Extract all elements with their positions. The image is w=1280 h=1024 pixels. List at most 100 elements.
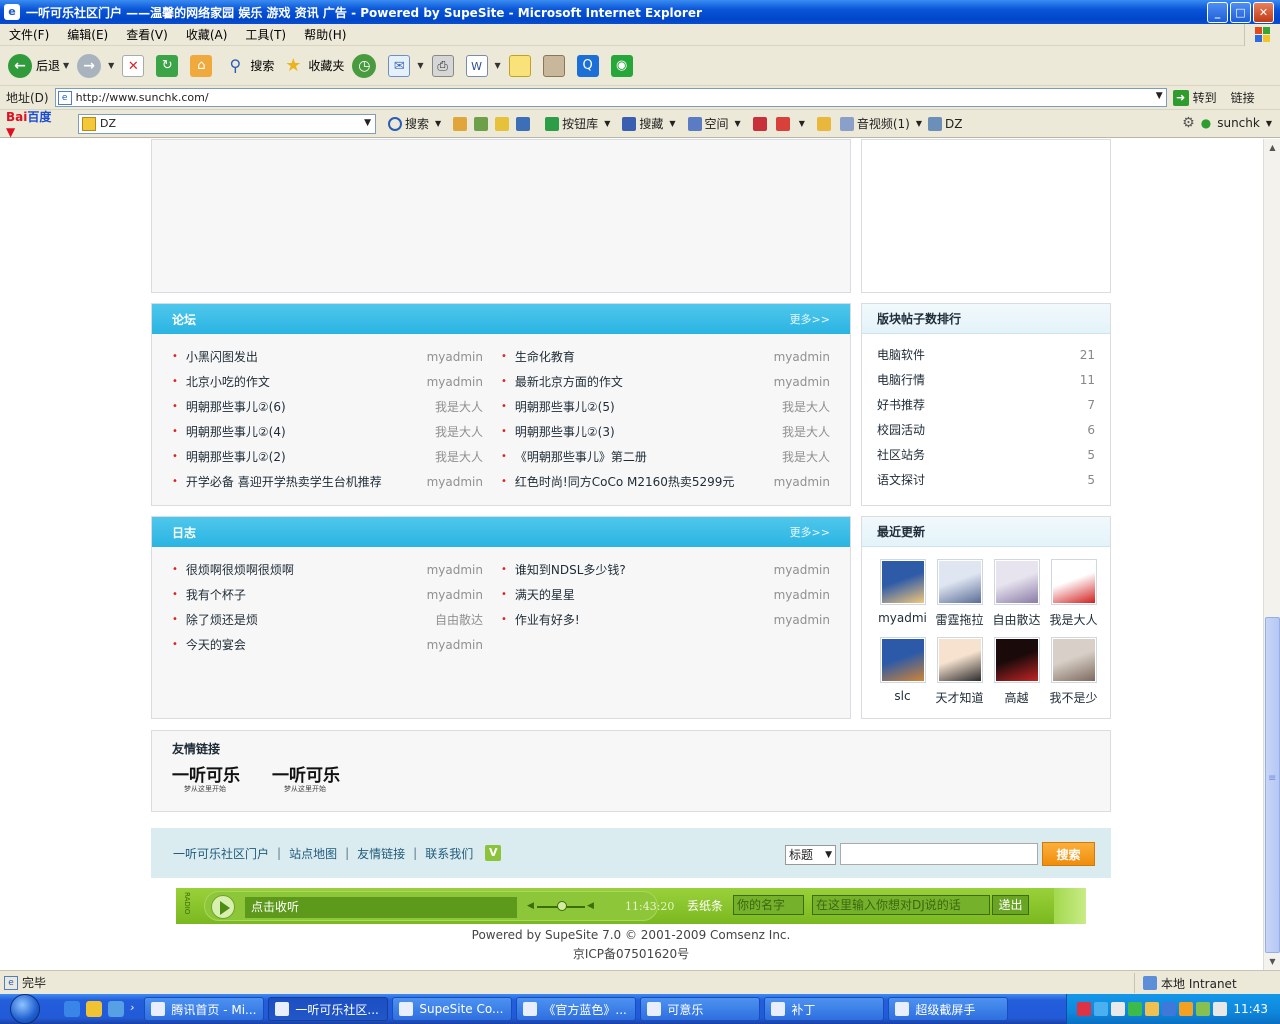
avatar[interactable]: [936, 637, 983, 683]
tray-icon[interactable]: [1094, 1002, 1108, 1016]
taskbar-button[interactable]: 《官方蓝色》...: [516, 997, 637, 1021]
blog-topic-link[interactable]: 我有个杯子: [172, 586, 246, 603]
forum-topic-link[interactable]: 明朝那些事儿②(4): [172, 423, 286, 440]
forum-author-link[interactable]: myadmin: [427, 475, 483, 489]
baidu-collect-button[interactable]: 搜藏 ▼: [622, 115, 676, 132]
blog-topic-link[interactable]: 谁知到NDSL多少钱?: [501, 561, 626, 578]
recent-user[interactable]: myadmi: [874, 559, 931, 637]
stop-button[interactable]: ✕: [122, 54, 148, 77]
taskbar-button[interactable]: 一听可乐社区...: [268, 997, 389, 1021]
taskbar-button[interactable]: 腾讯首页 - Mi...: [144, 997, 265, 1021]
forum-topic-link[interactable]: 明朝那些事儿②(6): [172, 398, 286, 415]
baidu-search-button[interactable]: 搜索 ▼: [388, 115, 441, 132]
blog-topic-link[interactable]: 作业有好多!: [501, 611, 580, 628]
baidu-dz-button[interactable]: DZ: [928, 116, 962, 131]
forum-author-link[interactable]: 我是大人: [782, 448, 830, 465]
blog-more-link[interactable]: 更多>>: [790, 524, 830, 540]
forum-topic-link[interactable]: 小黑闪图发出: [172, 348, 258, 365]
footer-link-contact[interactable]: 联系我们: [425, 845, 473, 862]
footer-link-friends[interactable]: 友情链接: [357, 845, 405, 862]
start-button[interactable]: [0, 994, 50, 1024]
recent-user[interactable]: 高越: [988, 637, 1045, 715]
rank-forum-link[interactable]: 电脑软件: [877, 346, 925, 363]
forum-topic-link[interactable]: 明朝那些事儿②(3): [501, 423, 615, 440]
ie-quicklaunch-icon[interactable]: [64, 1001, 80, 1017]
baidu-search-input[interactable]: DZ ▼: [78, 113, 376, 134]
recent-user[interactable]: slc: [874, 637, 931, 715]
baidu-translate-button[interactable]: ▼: [775, 116, 805, 131]
forum-author-link[interactable]: myadmin: [427, 375, 483, 389]
history-button[interactable]: ◷: [352, 53, 380, 78]
blog-author-link[interactable]: myadmin: [427, 563, 483, 577]
baidu-buttons-button[interactable]: 按钮库 ▼: [545, 115, 610, 132]
qq-quicklaunch-icon[interactable]: [86, 1001, 102, 1017]
forum-author-link[interactable]: myadmin: [427, 350, 483, 364]
baidu-user[interactable]: sunchk: [1217, 116, 1260, 130]
quicklaunch-more-icon[interactable]: ›: [130, 1001, 134, 1017]
taskbar-button[interactable]: SupeSite Co...: [392, 997, 513, 1021]
baidu-space-button[interactable]: 空间 ▼: [687, 115, 741, 132]
radio-message-input[interactable]: 在这里输入你想对DJ说的话: [812, 895, 990, 915]
search-button[interactable]: ⚲ 搜索: [224, 55, 274, 77]
recent-user[interactable]: 天才知道: [931, 637, 988, 715]
menu-edit[interactable]: 编辑(E): [58, 26, 117, 43]
icp-line[interactable]: 京ICP备07501620号: [151, 945, 1111, 964]
forum-topic-link[interactable]: 《明朝那些事儿》第二册: [501, 448, 647, 465]
baidu-logo[interactable]: Bai百度 ▼: [6, 108, 64, 139]
footer-search-button[interactable]: 搜索: [1042, 842, 1095, 866]
vertical-scrollbar[interactable]: ▲ ▼: [1263, 139, 1280, 970]
recent-user-name[interactable]: 自由散达: [992, 611, 1040, 628]
forum-author-link[interactable]: 我是大人: [435, 423, 483, 440]
menu-favorites[interactable]: 收藏(A): [177, 26, 237, 43]
clock[interactable]: 11:43: [1233, 1002, 1268, 1016]
tray-icon[interactable]: [1128, 1002, 1142, 1016]
footer-search-input[interactable]: [840, 843, 1038, 865]
refresh-button[interactable]: ↻: [156, 54, 182, 77]
scroll-up-icon[interactable]: ▲: [1265, 140, 1280, 155]
forward-dropdown-icon[interactable]: ▼: [108, 61, 114, 70]
forum-author-link[interactable]: 我是大人: [782, 423, 830, 440]
forum-more-link[interactable]: 更多>>: [790, 311, 830, 327]
scroll-thumb[interactable]: [1265, 617, 1280, 953]
mail-button[interactable]: ✉ ▼: [388, 54, 424, 77]
tray-icon[interactable]: [1145, 1002, 1159, 1016]
avatar[interactable]: [993, 559, 1040, 605]
recent-user-name[interactable]: 我不是少: [1049, 689, 1097, 706]
home-button[interactable]: ⌂: [190, 54, 216, 77]
avatar[interactable]: [879, 637, 926, 683]
footer-link-sitemap[interactable]: 站点地图: [289, 845, 337, 862]
play-icon[interactable]: [211, 895, 235, 919]
rank-forum-link[interactable]: 语文探讨: [877, 471, 925, 488]
forum-topic-link[interactable]: 北京小吃的作文: [172, 373, 270, 390]
baidu-tool-1[interactable]: [453, 116, 470, 131]
tray-icon[interactable]: [1111, 1002, 1125, 1016]
edit-button[interactable]: W ▼: [465, 54, 501, 77]
favorites-button[interactable]: ★ 收藏夹: [282, 55, 344, 77]
avatar[interactable]: [1050, 637, 1097, 683]
verified-v-icon[interactable]: V: [485, 845, 502, 861]
notes-button[interactable]: [508, 54, 535, 77]
taskbar-button[interactable]: 补丁: [764, 997, 885, 1021]
rank-forum-link[interactable]: 好书推荐: [877, 396, 925, 413]
taskbar-button[interactable]: 超级截屏手: [888, 997, 1009, 1021]
footer-link-portal[interactable]: 一听可乐社区门户: [173, 845, 269, 862]
tray-icon[interactable]: [1196, 1002, 1210, 1016]
blog-author-link[interactable]: myadmin: [427, 638, 483, 652]
recent-user-name[interactable]: myadmi: [878, 611, 927, 625]
go-button[interactable]: ➜ 转到: [1172, 89, 1217, 106]
baidu-hi-button[interactable]: [752, 116, 770, 131]
blog-author-link[interactable]: myadmin: [774, 563, 830, 577]
address-dropdown-icon[interactable]: ▼: [1156, 91, 1163, 101]
user-dropdown-icon[interactable]: ▼: [1266, 119, 1272, 128]
volume-slider[interactable]: ◀ ◀: [527, 900, 595, 914]
friend-link-logo[interactable]: 一听可乐 梦从这里开始: [272, 767, 360, 793]
recent-user[interactable]: 雷霆拖拉: [931, 559, 988, 637]
search-type-select[interactable]: 标题 ▼: [785, 845, 836, 865]
tray-icon[interactable]: [1162, 1002, 1176, 1016]
forum-topic-link[interactable]: 开学必备 喜迎开学热卖学生台机推荐: [172, 473, 382, 490]
edit-dropdown-icon[interactable]: ▼: [495, 61, 501, 70]
blog-topic-link[interactable]: 很烦啊很烦啊很烦啊: [172, 561, 294, 578]
forum-author-link[interactable]: 我是大人: [435, 448, 483, 465]
forward-button[interactable]: → ▼: [77, 53, 114, 78]
forum-topic-link[interactable]: 明朝那些事儿②(5): [501, 398, 615, 415]
